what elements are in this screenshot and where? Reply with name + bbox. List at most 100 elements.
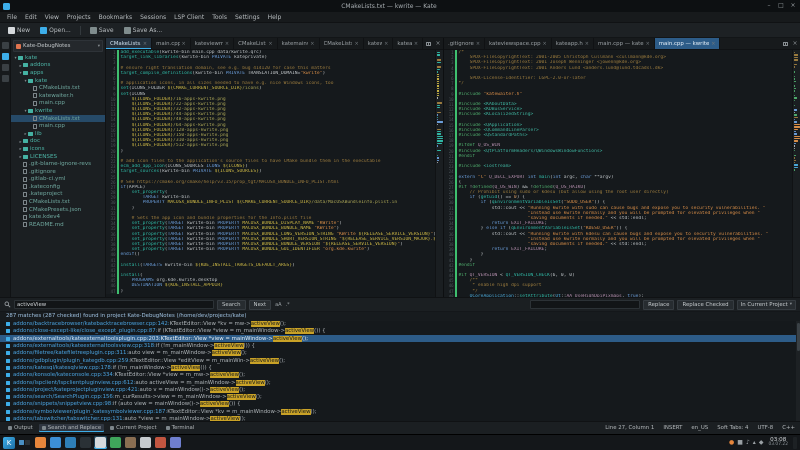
checkbox-icon[interactable] xyxy=(6,344,10,348)
split-view-icon[interactable] xyxy=(780,38,790,49)
tab-main-cpp-kwrite[interactable]: main.cpp — kwrite× xyxy=(655,38,721,49)
checkbox-icon[interactable] xyxy=(6,366,10,370)
search-result-row[interactable]: addons/filetree/katefiletreeplugin.cpp:3… xyxy=(0,350,800,357)
match-case-toggle[interactable]: aA xyxy=(274,302,282,308)
scrollbar-handle[interactable] xyxy=(797,323,800,351)
git-icon[interactable] xyxy=(2,75,9,82)
checkbox-icon[interactable] xyxy=(6,417,10,421)
menu-view[interactable]: View xyxy=(41,14,63,21)
titlebar[interactable]: CMakeLists.txt — kwrite — Kate – □ × xyxy=(0,0,800,12)
tree-item-main-cpp[interactable]: main.cpp xyxy=(11,100,105,108)
search-result-row[interactable]: addons/close-except-like/close_except_pl… xyxy=(0,328,800,335)
tree-item-icons[interactable]: ▸icons xyxy=(11,145,105,153)
taskbar-app-icon-1[interactable] xyxy=(34,436,47,449)
toolview-project-button[interactable]: Current Project xyxy=(107,424,159,432)
tree-item-kate[interactable]: ▾kate xyxy=(11,54,105,62)
tab-main-cpp-kate[interactable]: main.cpp — kate× xyxy=(594,38,655,49)
tab-kateapp-cpp[interactable]: kateapp.cpp× xyxy=(393,38,423,49)
desktop-2[interactable] xyxy=(25,440,30,445)
close-button[interactable]: × xyxy=(789,2,797,10)
taskbar-app-icon-8[interactable] xyxy=(139,436,152,449)
search-result-row[interactable]: addons/symbolviewer/plugin_katesymbolvie… xyxy=(0,408,800,415)
cursor-position[interactable]: Line 27, Column 1 xyxy=(605,425,654,431)
close-icon[interactable]: × xyxy=(414,41,418,47)
highlight-mode[interactable]: C++ xyxy=(782,425,795,431)
tab-kateviewspace-cpp[interactable]: kateviewspace.cpp× xyxy=(485,38,552,49)
menu-bookmarks[interactable]: Bookmarks xyxy=(95,14,137,21)
menu-edit[interactable]: Edit xyxy=(21,14,41,21)
next-button[interactable]: Next xyxy=(249,300,272,310)
search-result-row[interactable]: addons/backtracebrowser/katebacktracebro… xyxy=(0,321,800,328)
clipboard-icon[interactable]: ■ xyxy=(737,438,743,448)
tab-cmakelists-txt-kwrite[interactable]: CMakeLists.txt — kwrite× xyxy=(106,38,152,49)
filesystem-icon[interactable] xyxy=(2,64,9,71)
tab-kateapp-h[interactable]: kateapp.h× xyxy=(552,38,594,49)
desktop-1[interactable] xyxy=(19,440,24,445)
tree-item-kateproject[interactable]: .kateproject xyxy=(11,191,105,199)
search-button[interactable]: Search xyxy=(217,300,246,310)
close-icon[interactable]: × xyxy=(143,41,147,47)
close-icon[interactable]: × xyxy=(543,41,547,47)
checkbox-icon[interactable] xyxy=(6,351,10,355)
encoding[interactable]: UTF-8 xyxy=(757,425,773,431)
taskbar-app-icon-kate[interactable] xyxy=(94,436,107,449)
panel-hide-button[interactable] xyxy=(793,437,797,449)
tree-item-main-cpp[interactable]: main.cpp xyxy=(11,122,105,130)
taskbar-app-icon-6[interactable] xyxy=(109,436,122,449)
close-icon[interactable]: × xyxy=(354,41,358,47)
tree-item-cmakelists-txt[interactable]: CMakeLists.txt xyxy=(11,115,105,123)
menu-file[interactable]: File xyxy=(3,14,21,21)
checkbox-icon[interactable] xyxy=(6,329,10,333)
toolview-terminal-button[interactable]: Terminal xyxy=(163,424,198,432)
tree-item-lib[interactable]: ▸lib xyxy=(11,130,105,138)
search-result-row[interactable]: addons/katesql/katesqlview.cpp:178: if (… xyxy=(0,364,800,371)
search-result-row[interactable]: addons/externaltools/kateexternaltoolspl… xyxy=(0,335,800,342)
menu-help[interactable]: Help xyxy=(264,14,286,21)
search-result-row[interactable]: addons/gdbplugin/plugin_kategdb.cpp:259:… xyxy=(0,357,800,364)
replace-button[interactable]: Replace xyxy=(643,300,674,310)
tab-cmakelists-txt-apps[interactable]: CMakeLists.txt — apps× xyxy=(320,38,364,49)
tree-item-gitlab-ci-yml[interactable]: .gitlab-ci.yml xyxy=(11,176,105,184)
search-input[interactable] xyxy=(14,300,214,309)
split-view-icon[interactable] xyxy=(423,38,433,49)
tab-katewaiter-h[interactable]: katewaiter.h× xyxy=(364,38,394,49)
tab-gitignore[interactable]: .gitignore× xyxy=(444,38,485,49)
checkbox-icon[interactable] xyxy=(6,388,10,392)
search-result-row[interactable]: addons/tabswitcher/tabswitcher.cpp:131: … xyxy=(0,415,800,421)
close-icon[interactable]: × xyxy=(182,41,186,47)
close-icon[interactable]: × xyxy=(268,41,272,47)
checkbox-icon[interactable] xyxy=(6,322,10,326)
tree-item-readme-md[interactable]: README.md xyxy=(11,221,105,229)
maximize-button[interactable]: □ xyxy=(777,2,785,10)
checkbox-icon[interactable] xyxy=(6,359,10,363)
tree-item-apps[interactable]: ▾apps xyxy=(11,69,105,77)
dictionary[interactable]: en_US xyxy=(691,425,708,431)
checkbox-icon[interactable] xyxy=(6,395,10,399)
network-icon[interactable]: ▴ xyxy=(753,438,756,448)
minimize-button[interactable]: – xyxy=(765,2,773,10)
search-result-row[interactable]: addons/project/kateprojectpluginview.cpp… xyxy=(0,386,800,393)
search-mode-select[interactable]: In Current Project ▾ xyxy=(737,300,796,310)
tree-item-addons[interactable]: ▸addons xyxy=(11,62,105,70)
menu-projects[interactable]: Projects xyxy=(63,14,95,21)
tree-item-kwrite[interactable]: ▾kwrite xyxy=(11,107,105,115)
close-icon[interactable]: × xyxy=(711,41,715,47)
tree-item-gitignore[interactable]: .gitignore xyxy=(11,168,105,176)
menu-tools[interactable]: Tools xyxy=(208,14,231,21)
minimap-left[interactable] xyxy=(435,50,443,297)
search-result-row[interactable]: addons/externaltools/kateexternaltoolsvi… xyxy=(0,342,800,349)
text-area-right[interactable]: 1/*2 SPDX-FileCopyrightText: 2001-2005 C… xyxy=(444,50,792,297)
checkbox-icon[interactable] xyxy=(6,337,10,341)
tab-mode[interactable]: Soft Tabs: 4 xyxy=(717,425,748,431)
menu-lsp-client[interactable]: LSP Client xyxy=(170,14,208,21)
regex-toggle[interactable]: .* xyxy=(285,302,291,308)
tree-item-cmakepresets-json[interactable]: CMakePresets.json xyxy=(11,206,105,214)
close-icon[interactable]: × xyxy=(476,41,480,47)
project-selector[interactable]: Kate-DebugNotes ▾ xyxy=(13,40,103,52)
tab-cmakelists-txt-kate[interactable]: CMakeLists.txt — kate× xyxy=(234,38,278,49)
results-scrollbar[interactable] xyxy=(796,321,800,422)
checkbox-icon[interactable] xyxy=(6,373,10,377)
tab-main-cpp-kwrite[interactable]: main.cpp — kwrite× xyxy=(152,38,191,49)
taskbar-app-icon-3[interactable] xyxy=(64,436,77,449)
volume-icon[interactable]: ♪ xyxy=(746,438,750,448)
